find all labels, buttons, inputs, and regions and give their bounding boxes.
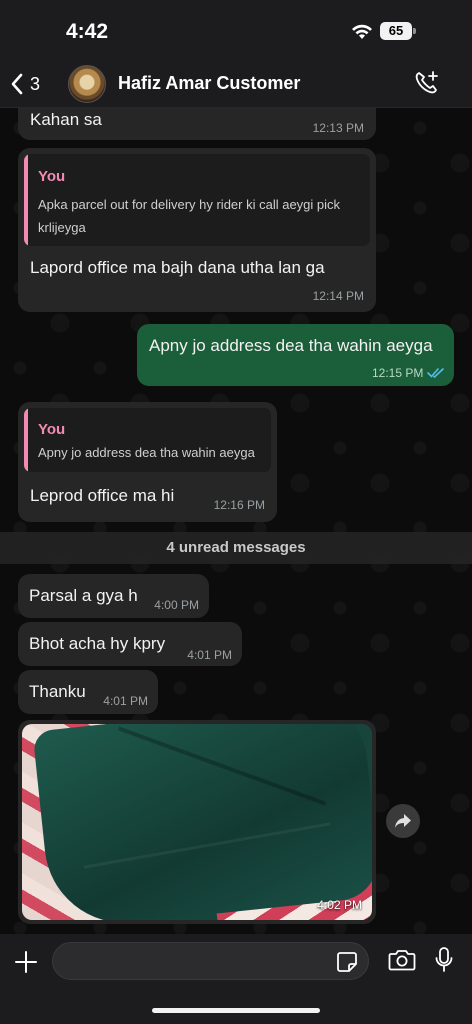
message-bubble-outgoing[interactable]: Apny jo address dea tha wahin aeyga 12:1… [137, 324, 454, 386]
message-time: 12:15 PM [372, 366, 424, 380]
message-bubble-incoming[interactable]: You Apny jo address dea tha wahin aeyga … [18, 402, 277, 522]
message-time: 4:02 PM [317, 898, 362, 912]
message-text: Leprod office ma hi [30, 486, 175, 505]
received-photo[interactable]: 4:02 PM [22, 724, 372, 920]
message-time: 12:14 PM [312, 289, 364, 303]
contact-avatar[interactable] [68, 65, 106, 103]
message-text: Lapord office ma bajh dana utha lan ga [30, 258, 325, 277]
status-bar: 4:42 65 [0, 0, 472, 60]
camera-icon[interactable] [388, 948, 416, 972]
message-text: Apny jo address dea tha wahin aeyga [149, 336, 433, 355]
quote-text: Apny jo address dea tha wahin aeyga [38, 445, 255, 460]
message-time: 4:01 PM [103, 694, 148, 708]
unread-messages-banner: 4 unread messages [0, 532, 472, 564]
back-button[interactable]: 3 [10, 68, 40, 100]
contact-name[interactable]: Hafiz Amar Customer [118, 73, 300, 94]
battery-indicator: 65 [380, 22, 412, 40]
chevron-left-icon [11, 73, 23, 95]
message-composer [0, 934, 472, 1024]
image-message-bubble[interactable]: 4:02 PM [18, 720, 376, 924]
forward-icon [395, 814, 411, 828]
message-input[interactable] [67, 943, 327, 979]
status-time: 4:42 [66, 20, 109, 43]
photo-content [32, 724, 372, 920]
message-text: Bhot acha hy kpry [29, 634, 166, 653]
forward-button[interactable] [386, 804, 420, 838]
message-bubble-incoming[interactable]: Thanku 4:01 PM [18, 670, 158, 714]
quote-text: Apka parcel out for delivery hy rider ki… [38, 197, 341, 235]
message-time: 12:16 PM [213, 498, 265, 512]
battery-cap [413, 28, 416, 34]
chat-header: 3 Hafiz Amar Customer [0, 60, 472, 108]
message-text: Thanku [29, 682, 86, 701]
unread-chat-count: 3 [30, 73, 41, 94]
wifi-icon [352, 24, 372, 39]
home-indicator [152, 1008, 320, 1013]
read-ticks-icon [427, 368, 444, 379]
message-time: 4:00 PM [154, 598, 199, 612]
quote-author: You [38, 421, 66, 438]
message-bubble-incoming[interactable]: Kahan sa 12:13 PM [18, 108, 376, 140]
quoted-reply[interactable]: You Apny jo address dea tha wahin aeyga [24, 408, 271, 472]
microphone-icon[interactable] [434, 946, 454, 974]
chat-area[interactable]: Kahan sa 12:13 PM You Apka parcel out fo… [0, 108, 472, 934]
message-time: 4:01 PM [187, 648, 232, 662]
message-bubble-incoming[interactable]: Parsal a gya h 4:00 PM [18, 574, 209, 618]
message-text: Parsal a gya h [29, 586, 138, 605]
message-time: 12:13 PM [312, 121, 364, 135]
message-bubble-incoming[interactable]: Bhot acha hy kpry 4:01 PM [18, 622, 242, 666]
sticker-icon[interactable] [336, 951, 358, 973]
message-bubble-incoming[interactable]: You Apka parcel out for delivery hy ride… [18, 148, 376, 312]
phone-plus-icon[interactable] [414, 70, 440, 96]
quoted-reply[interactable]: You Apka parcel out for delivery hy ride… [24, 154, 370, 246]
message-text: Kahan sa [30, 110, 102, 129]
message-input-box[interactable] [52, 942, 369, 980]
quote-author: You [38, 168, 66, 185]
plus-icon[interactable] [14, 950, 38, 974]
